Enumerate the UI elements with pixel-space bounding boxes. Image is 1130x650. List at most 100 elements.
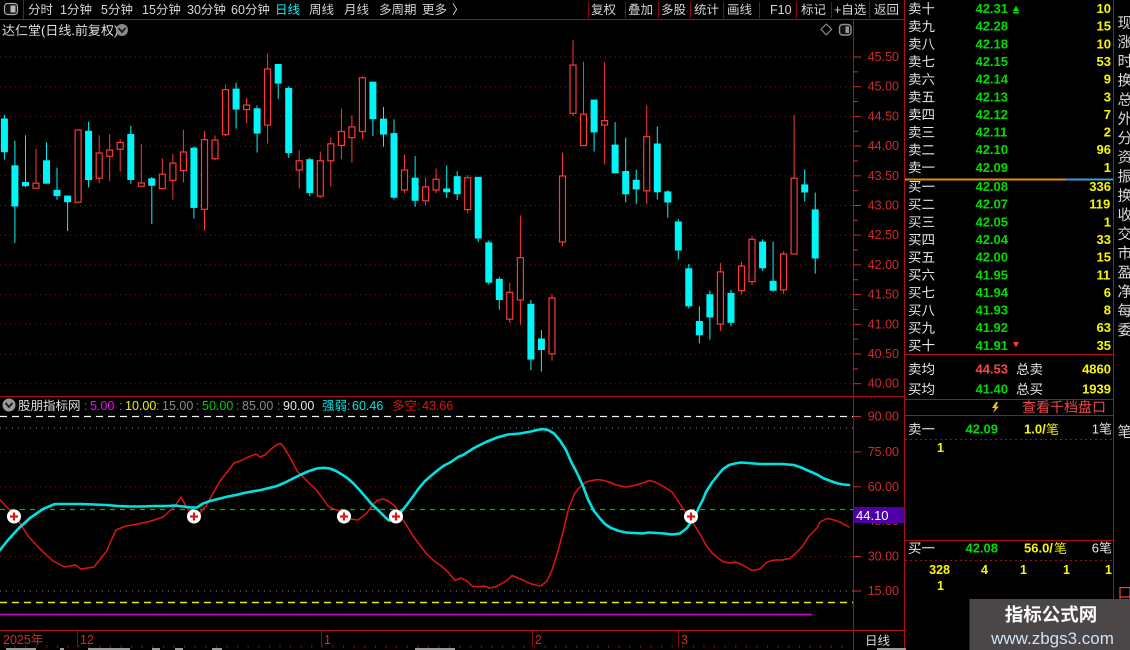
- svg-text:1: 1: [1104, 214, 1111, 229]
- svg-text:1: 1: [1092, 422, 1099, 437]
- svg-text:336: 336: [1089, 179, 1111, 194]
- svg-text:10: 10: [1097, 1, 1111, 16]
- svg-text:41.94: 41.94: [975, 285, 1008, 300]
- svg-text::: :: [119, 399, 122, 413]
- svg-text:328: 328: [929, 563, 950, 577]
- svg-text:41.95: 41.95: [975, 267, 1008, 282]
- svg-text:1: 1: [324, 633, 331, 647]
- svg-text:(: (: [41, 23, 46, 38]
- svg-text:7: 7: [1104, 107, 1111, 122]
- svg-text:42.00: 42.00: [868, 258, 899, 272]
- svg-text:30: 30: [187, 3, 201, 17]
- svg-text:42.10: 42.10: [975, 142, 1008, 157]
- svg-text:40.50: 40.50: [868, 347, 899, 361]
- svg-text:35: 35: [1097, 338, 1111, 353]
- svg-text:1: 1: [1063, 563, 1070, 577]
- svg-text:42.28: 42.28: [975, 19, 1008, 34]
- svg-text:42.04: 42.04: [975, 232, 1008, 247]
- svg-text:42.13: 42.13: [975, 89, 1008, 104]
- svg-text:6: 6: [1092, 541, 1099, 556]
- svg-text:www.zbgs3.com: www.zbgs3.com: [990, 629, 1114, 648]
- svg-text:42.12: 42.12: [975, 107, 1008, 122]
- svg-text:44.50: 44.50: [868, 109, 899, 123]
- svg-text:41.93: 41.93: [975, 303, 1008, 318]
- svg-text:41.91: 41.91: [975, 338, 1008, 353]
- svg-text:15.00: 15.00: [868, 584, 899, 598]
- svg-text:44.10: 44.10: [856, 508, 889, 523]
- svg-text:42.50: 42.50: [868, 228, 899, 242]
- svg-text:10: 10: [1097, 36, 1111, 51]
- svg-text:41.92: 41.92: [975, 320, 1008, 335]
- svg-text:9: 9: [1104, 72, 1111, 87]
- svg-text:4: 4: [981, 563, 988, 577]
- svg-text:42.07: 42.07: [975, 197, 1008, 212]
- svg-text:+: +: [834, 3, 841, 17]
- svg-text:3: 3: [681, 633, 688, 647]
- svg-text:10.00: 10.00: [125, 399, 156, 413]
- svg-text:43.66: 43.66: [422, 399, 453, 413]
- svg-text:4860: 4860: [1082, 362, 1111, 377]
- svg-text:42.18: 42.18: [975, 36, 1008, 51]
- svg-text:1.0/: 1.0/: [1024, 422, 1046, 437]
- svg-text:90.00: 90.00: [283, 399, 314, 413]
- svg-text:2: 2: [535, 633, 542, 647]
- svg-text:30.00: 30.00: [868, 550, 899, 564]
- svg-text:40.00: 40.00: [868, 377, 899, 391]
- svg-text:15: 15: [142, 3, 156, 17]
- svg-text:43.50: 43.50: [868, 169, 899, 183]
- svg-text:44.53: 44.53: [975, 362, 1008, 377]
- svg-text:5: 5: [101, 3, 108, 17]
- svg-text:1: 1: [60, 3, 67, 17]
- svg-text:90.00: 90.00: [868, 410, 899, 424]
- svg-text:15: 15: [1097, 19, 1111, 34]
- svg-text:50.00: 50.00: [202, 399, 233, 413]
- svg-text:1: 1: [1020, 563, 1027, 577]
- svg-text:45.50: 45.50: [868, 50, 899, 64]
- svg-text:60: 60: [231, 3, 245, 17]
- svg-text:45.00: 45.00: [868, 80, 899, 94]
- svg-text::: :: [156, 399, 159, 413]
- svg-text::: :: [277, 399, 280, 413]
- svg-text:60.00: 60.00: [868, 480, 899, 494]
- svg-text:1: 1: [1105, 563, 1112, 577]
- svg-text:42.00: 42.00: [975, 250, 1008, 265]
- svg-text:42.11: 42.11: [975, 125, 1007, 140]
- svg-text:15: 15: [1097, 250, 1111, 265]
- svg-text:56.0/: 56.0/: [1024, 541, 1053, 556]
- svg-text:96: 96: [1097, 142, 1111, 157]
- svg-text:6: 6: [1104, 285, 1111, 300]
- svg-text:42.09: 42.09: [975, 160, 1008, 175]
- svg-text:5.00: 5.00: [90, 399, 114, 413]
- svg-text::: :: [347, 399, 350, 413]
- svg-text:1: 1: [937, 441, 944, 455]
- svg-text:119: 119: [1089, 197, 1110, 212]
- svg-text:41.00: 41.00: [868, 317, 899, 331]
- svg-text:11: 11: [1097, 267, 1111, 282]
- svg-text:12: 12: [80, 633, 94, 647]
- svg-text:43.00: 43.00: [868, 199, 899, 213]
- svg-text:85.00: 85.00: [242, 399, 273, 413]
- svg-text:2025: 2025: [3, 633, 31, 647]
- svg-text:42.15: 42.15: [975, 54, 1008, 69]
- svg-text:2: 2: [1104, 125, 1111, 140]
- svg-text:F10: F10: [770, 3, 792, 17]
- svg-text:42.31: 42.31: [975, 1, 1008, 16]
- svg-text:42.05: 42.05: [975, 214, 1008, 229]
- svg-text:75.00: 75.00: [868, 445, 899, 459]
- svg-text::: :: [84, 399, 87, 413]
- svg-text:15.00: 15.00: [162, 399, 193, 413]
- svg-text:42.08: 42.08: [965, 541, 998, 556]
- svg-text:42.09: 42.09: [965, 422, 998, 437]
- svg-text:53: 53: [1097, 54, 1111, 69]
- svg-text:3: 3: [1104, 89, 1111, 104]
- svg-text:8: 8: [1104, 303, 1111, 318]
- svg-text:33: 33: [1097, 232, 1111, 247]
- svg-text:1: 1: [937, 579, 944, 593]
- svg-text::: :: [417, 399, 420, 413]
- svg-text:44.00: 44.00: [868, 139, 899, 153]
- svg-text:.: .: [71, 23, 75, 38]
- svg-text:1: 1: [1104, 160, 1111, 175]
- svg-text::: :: [196, 399, 199, 413]
- svg-text:42.14: 42.14: [975, 72, 1008, 87]
- svg-text::: :: [236, 399, 239, 413]
